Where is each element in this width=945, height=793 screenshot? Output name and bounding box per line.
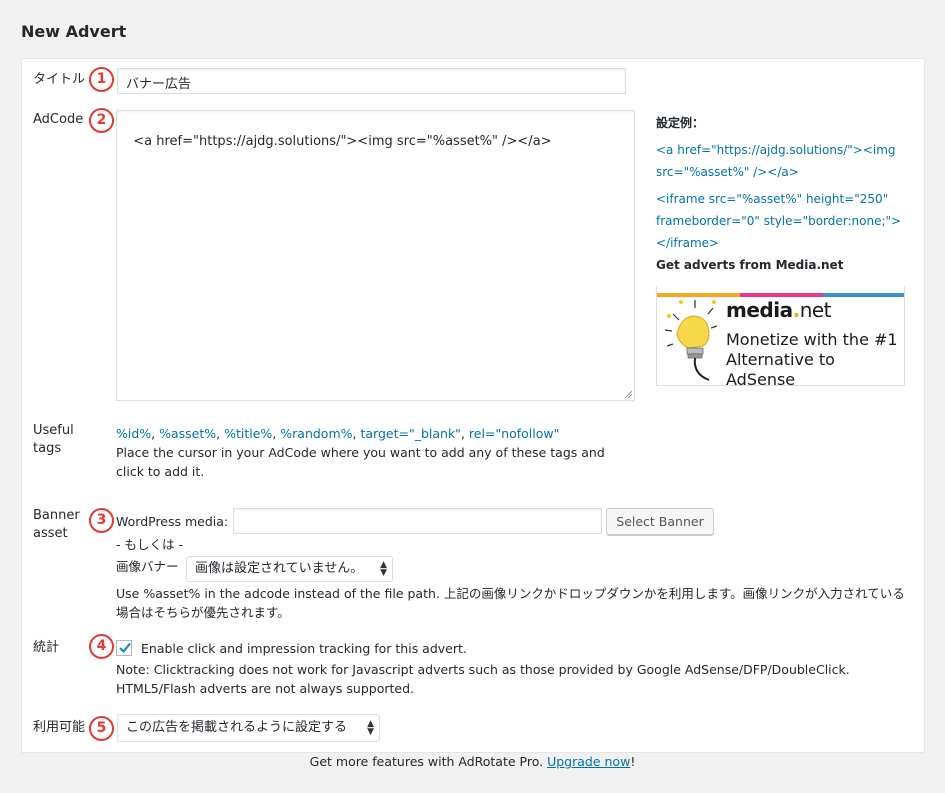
media-net-heading: Get adverts from Media.net: [656, 258, 844, 272]
media-net-banner[interactable]: media.net Monetize with the #1 Alternati…: [656, 286, 905, 386]
tag-target-blank[interactable]: target="_blank": [360, 426, 460, 441]
badge-1: 1: [89, 67, 114, 92]
badge-5: 5: [89, 716, 114, 741]
useful-tags-block: %id%, %asset%, %title%, %random%, target…: [116, 424, 636, 481]
tag-id[interactable]: %id%: [116, 426, 151, 441]
page-title: New Advert: [21, 22, 127, 41]
footer-text: Get more features with AdRotate Pro.: [309, 754, 548, 769]
image-banner-select[interactable]: 画像は設定されていません。 ▲ ▼: [186, 556, 393, 582]
tag-random[interactable]: %random%: [280, 426, 352, 441]
adcode-label: AdCode: [33, 112, 84, 127]
stats-label: 統計: [33, 640, 60, 655]
badge-2: 2: [89, 108, 114, 133]
tracking-checkbox[interactable]: [116, 640, 132, 656]
image-banner-label: 画像バナー: [116, 559, 179, 574]
adcode-value: <a href="https://ajdg.solutions/"><img s…: [133, 134, 552, 149]
media-net-tagline: Monetize with the #1 Alternative to AdSe…: [726, 330, 898, 386]
example-code-1: <a href="https://ajdg.solutions/"><img s…: [656, 143, 896, 179]
tag-rel-nofollow[interactable]: rel="nofollow": [469, 426, 559, 441]
footer: Get more features with AdRotate Pro. Upg…: [0, 754, 945, 769]
tracking-checkbox-label: Enable click and impression tracking for…: [141, 641, 467, 656]
badge-3: 3: [89, 508, 114, 533]
banner-asset-label: Banner asset: [33, 508, 80, 541]
select-arrows-icon: ▲ ▼: [380, 560, 387, 578]
checkmark-icon: [119, 642, 131, 654]
image-banner-selected: 画像は設定されていません。: [195, 561, 364, 576]
media-net-color-bar: [657, 286, 904, 297]
useful-tags-hint: Place the cursor in your AdCode where yo…: [116, 445, 605, 479]
wp-media-label: WordPress media:: [116, 514, 229, 529]
tag-asset[interactable]: %asset%: [159, 426, 216, 441]
upgrade-now-link[interactable]: Upgrade now: [547, 754, 630, 769]
select-arrows-icon: ▲ ▼: [367, 719, 374, 737]
footer-suffix: !: [630, 754, 636, 769]
availability-selected: この広告を掲載されるように設定する: [126, 720, 348, 735]
useful-tags-label: Useful tags: [33, 423, 74, 456]
title-label: タイトル: [33, 72, 86, 87]
wp-media-input[interactable]: [233, 508, 602, 534]
tracking-note: Note: Clicktracking does not work for Ja…: [116, 662, 850, 696]
availability-label: 利用可能: [33, 720, 86, 735]
badge-4: 4: [89, 634, 114, 659]
title-input[interactable]: バナー広告: [117, 68, 626, 94]
lightbulb-icon: [664, 300, 718, 381]
adcode-textarea[interactable]: <a href="https://ajdg.solutions/"><img s…: [116, 110, 635, 401]
select-banner-button[interactable]: Select Banner: [606, 508, 714, 535]
banner-note: Use %asset% in the adcode instead of the…: [116, 586, 905, 620]
availability-select[interactable]: この広告を掲載されるように設定する ▲ ▼: [117, 714, 380, 742]
media-net-logo: media.net: [726, 298, 832, 322]
tag-title[interactable]: %title%: [224, 426, 272, 441]
example-code-2: <iframe src="%asset%" height="250" frame…: [656, 192, 902, 250]
resize-handle-icon[interactable]: [624, 390, 632, 398]
or-text: - もしくは -: [116, 537, 183, 552]
example-title: 設定例：: [656, 116, 705, 130]
tag-list: %id%, %asset%, %title%, %random%, target…: [116, 426, 560, 441]
